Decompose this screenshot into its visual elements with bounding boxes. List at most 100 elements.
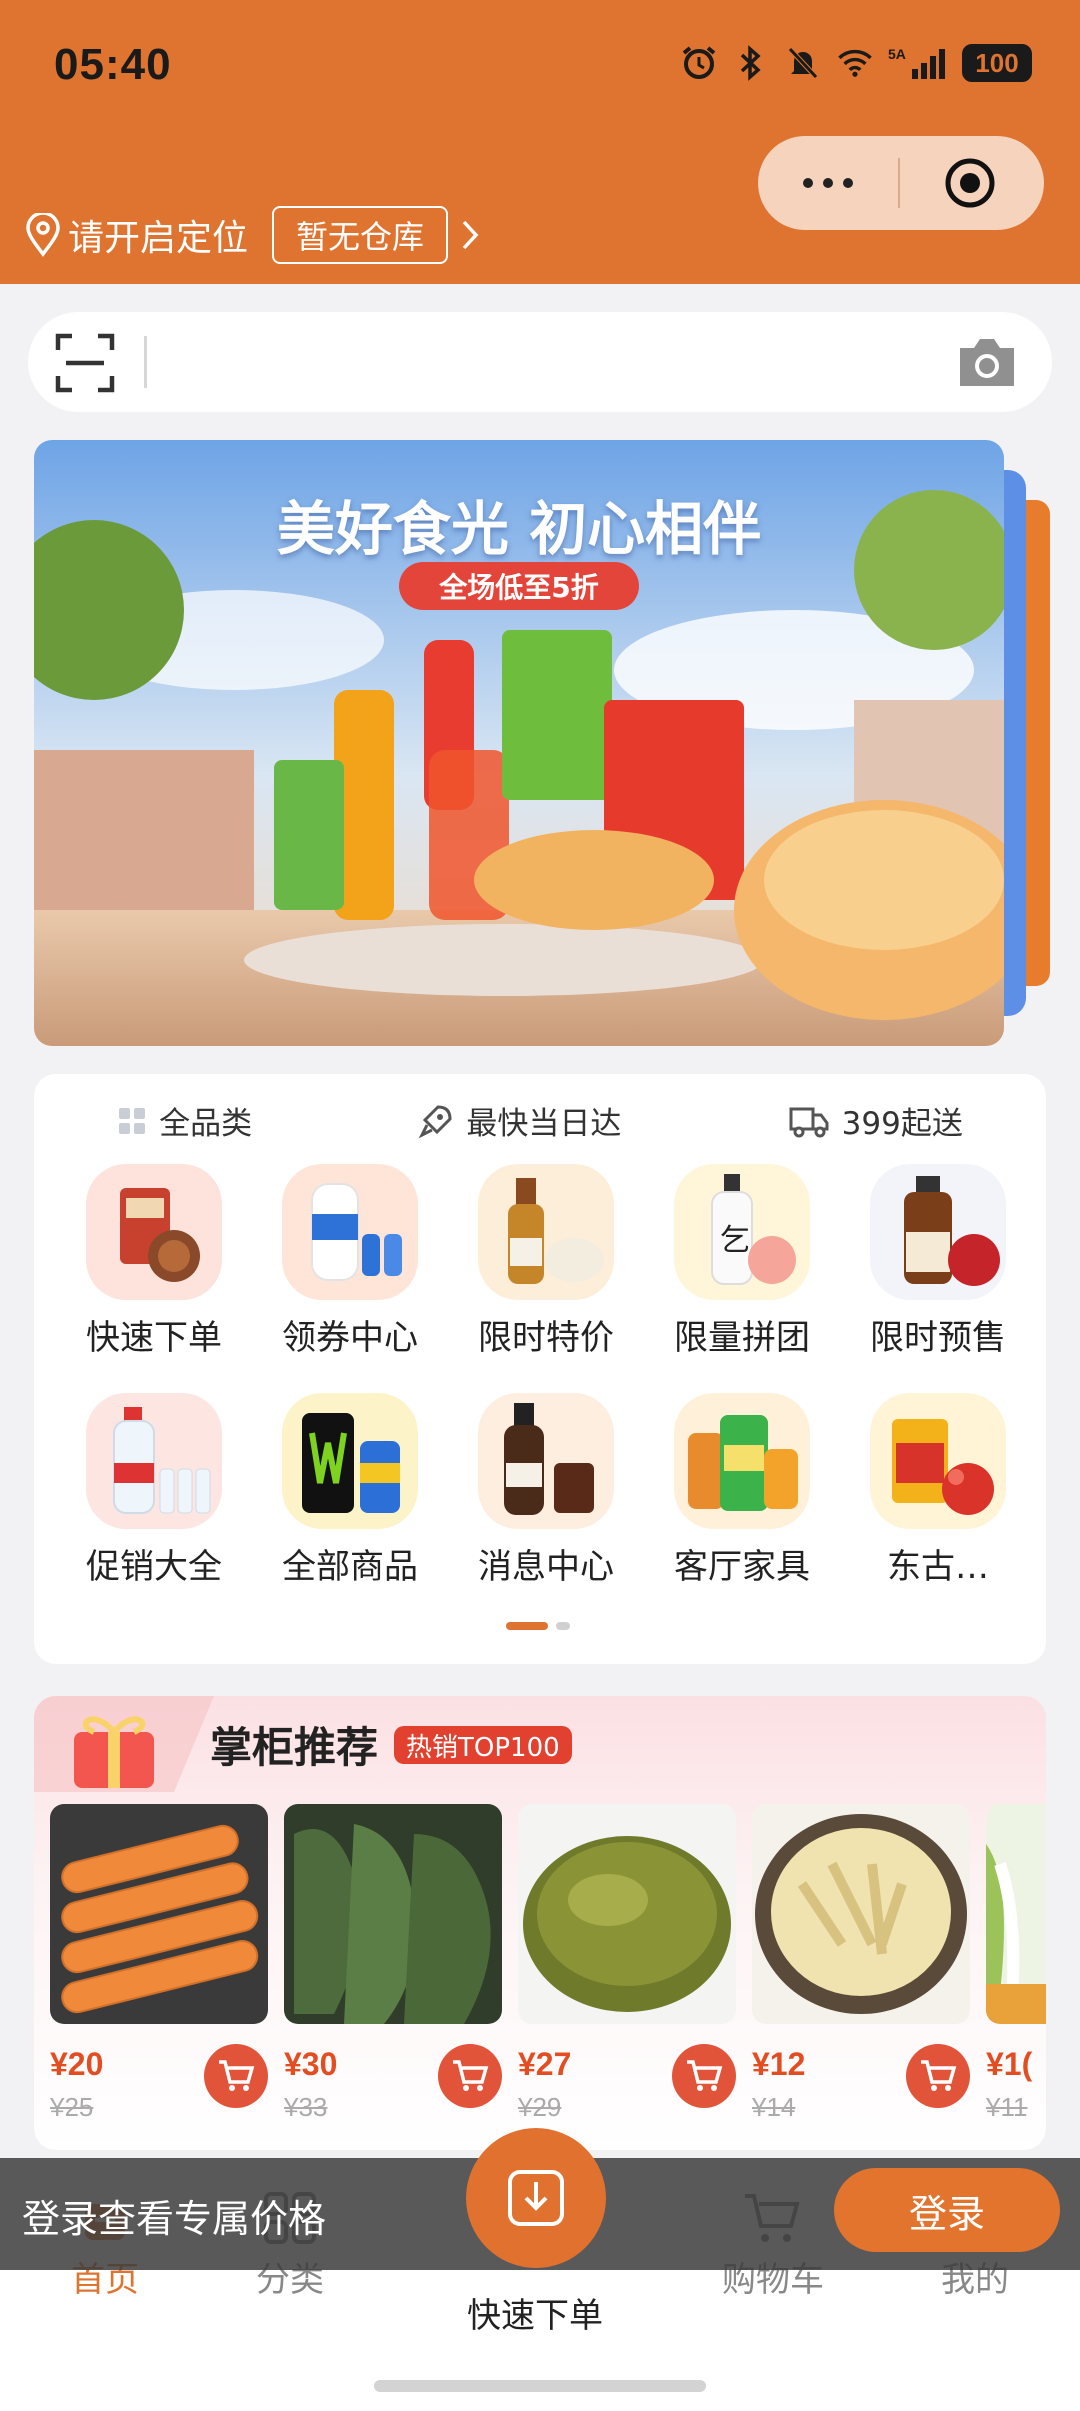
category-group-buy[interactable]: 乞 限量拼团 <box>644 1164 840 1359</box>
category-label: 限量拼团 <box>674 1318 810 1358</box>
feature-min-order: 399起送 <box>788 1098 963 1143</box>
location-pin-icon <box>26 213 60 257</box>
product-original-price: ¥33 <box>284 2092 328 2122</box>
category-label: 快速下单 <box>86 1318 222 1358</box>
truck-icon <box>789 1107 829 1137</box>
hot-badge: 热销TOP100 <box>394 1726 572 1764</box>
location-text: 请开启定位 <box>68 218 249 259</box>
battery-indicator: 100 <box>962 44 1032 82</box>
product-card[interactable]: ¥27 ¥29 <box>518 1804 736 2122</box>
target-icon <box>945 158 995 208</box>
status-time: 05:40 <box>54 40 172 89</box>
add-to-cart-button[interactable] <box>438 2044 502 2108</box>
gift-icon <box>34 1696 214 1792</box>
product-card[interactable]: ¥1( ¥11 <box>986 1804 1046 2120</box>
quick-order-fab[interactable] <box>466 2128 606 2268</box>
app-header: 05:40 5A 100 请开启定位 暂无仓库 <box>0 0 1080 284</box>
cart-icon <box>453 2060 489 2091</box>
promo-banner[interactable]: 美好食光 初心相伴 全场低至5折 <box>34 440 1004 1046</box>
category-label: 全部商品 <box>282 1547 418 1587</box>
promotions-icon <box>86 1393 222 1529</box>
category-label: 客厅家具 <box>674 1547 810 1587</box>
category-flash-sale[interactable]: 限时特价 <box>448 1164 644 1359</box>
location-row[interactable]: 请开启定位 暂无仓库 <box>24 206 480 264</box>
category-messages[interactable]: 消息中心 <box>448 1393 644 1588</box>
product-image <box>50 1804 268 2024</box>
mute-bell-icon <box>784 45 822 81</box>
alarm-icon <box>680 45 718 81</box>
more-options-button[interactable] <box>758 136 898 230</box>
search-input[interactable] <box>168 334 932 392</box>
category-label: 领券中心 <box>282 1318 418 1358</box>
category-coupon-center[interactable]: 领券中心 <box>252 1164 448 1359</box>
product-original-price: ¥29 <box>518 2092 562 2122</box>
category-label: 东古… <box>887 1547 989 1587</box>
category-label: 限时特价 <box>478 1318 614 1358</box>
add-to-cart-button[interactable] <box>204 2044 268 2108</box>
download-box-icon <box>508 2170 564 2226</box>
category-label: 消息中心 <box>478 1547 614 1587</box>
search-bar[interactable] <box>28 312 1052 412</box>
feature-label: 全品类 <box>159 1106 253 1142</box>
cart-icon <box>921 2060 957 2091</box>
category-grid: 快速下单 领券中心 限时特价 乞 限量拼团 限时预售 促销大全 全部商品 消息中… <box>56 1164 1036 1588</box>
status-icons: 5A 100 <box>680 44 1032 82</box>
home-indicator <box>374 2380 706 2392</box>
bluetooth-icon <box>732 45 770 81</box>
category-all-products[interactable]: 全部商品 <box>252 1393 448 1588</box>
feature-label: 399起送 <box>841 1106 963 1142</box>
group-buy-icon: 乞 <box>674 1164 810 1300</box>
product-price: ¥27 <box>518 2046 572 2082</box>
category-living-room-furniture[interactable]: 客厅家具 <box>644 1393 840 1588</box>
product-row: ¥20 ¥25 ¥30 ¥33 ¥27 ¥29 ¥12 ¥14 ¥1(¥11 <box>50 1804 1046 2122</box>
svg-text:乞: 乞 <box>720 1223 750 1258</box>
category-label: 限时预售 <box>870 1318 1006 1358</box>
product-price: ¥30 <box>284 2046 338 2082</box>
banner-next-peek <box>1024 500 1050 986</box>
product-original-price: ¥14 <box>752 2092 796 2122</box>
category-label: 促销大全 <box>86 1547 222 1587</box>
rocket-icon <box>419 1104 452 1138</box>
more-dots-icon <box>803 178 853 188</box>
category-quick-order[interactable]: 快速下单 <box>56 1164 252 1359</box>
coupon-center-icon <box>282 1164 418 1300</box>
warehouse-tag[interactable]: 暂无仓库 <box>272 206 449 264</box>
search-divider <box>144 336 147 388</box>
category-card: 全品类 最快当日达 399起送 快速下单 领券中心 限时特价 乞 限量拼团 限时… <box>34 1074 1046 1664</box>
close-mini-program-button[interactable] <box>900 136 1040 230</box>
page-dot <box>556 1622 570 1630</box>
tab-quick-order[interactable]: 快速下单 <box>460 2288 610 2337</box>
product-card[interactable]: ¥12 ¥14 <box>752 1804 970 2122</box>
flash-sale-icon <box>478 1164 614 1300</box>
scan-icon[interactable] <box>54 332 116 394</box>
cart-icon <box>687 2060 723 2091</box>
wifi-icon <box>836 45 874 81</box>
grid-icon <box>119 1107 146 1134</box>
tab-label: 快速下单 <box>467 2296 603 2336</box>
add-to-cart-button[interactable] <box>906 2044 970 2108</box>
page-indicator <box>506 1622 570 1630</box>
donggu-icon <box>870 1393 1006 1529</box>
service-features: 全品类 最快当日达 399起送 <box>34 1098 1046 1143</box>
messages-icon <box>478 1393 614 1529</box>
svg-text:5A: 5A <box>888 46 906 62</box>
living-room-furniture-icon <box>674 1393 810 1529</box>
product-image <box>986 1804 1046 2024</box>
product-image <box>752 1804 970 2024</box>
product-card[interactable]: ¥30 ¥33 <box>284 1804 502 2122</box>
camera-icon[interactable] <box>956 334 1018 390</box>
product-image <box>284 1804 502 2024</box>
category-promotions[interactable]: 促销大全 <box>56 1393 252 1588</box>
banner-subtitle: 全场低至5折 <box>399 562 639 610</box>
add-to-cart-button[interactable] <box>672 2044 736 2108</box>
product-card[interactable]: ¥20 ¥25 <box>50 1804 268 2122</box>
category-presale[interactable]: 限时预售 <box>840 1164 1036 1359</box>
login-prompt-text: 登录查看专属价格 <box>22 2197 327 2241</box>
quick-order-icon <box>86 1164 222 1300</box>
feature-same-day: 最快当日达 <box>418 1098 621 1143</box>
category-donggu[interactable]: 东古… <box>840 1393 1036 1588</box>
product-original-price: ¥25 <box>50 2092 94 2122</box>
presale-icon <box>870 1164 1006 1300</box>
all-products-icon <box>282 1393 418 1529</box>
login-button[interactable]: 登录 <box>834 2168 1060 2252</box>
